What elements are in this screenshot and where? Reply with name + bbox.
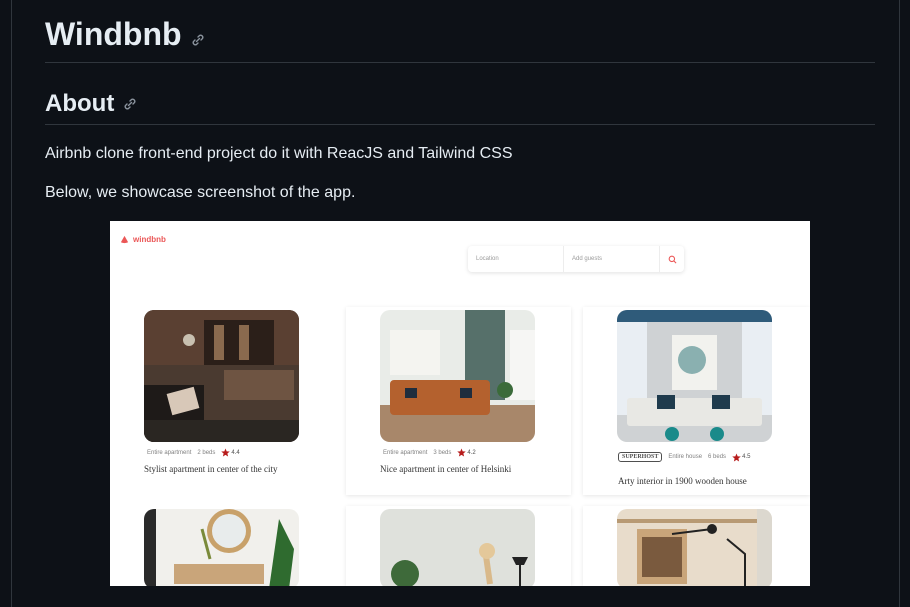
stay-card[interactable] [583, 506, 810, 586]
stay-photo [617, 310, 772, 442]
stay-meta: Entire apartment 3 beds 4.2 [383, 448, 476, 457]
stay-type: Entire apartment [147, 449, 192, 456]
stay-photo [144, 509, 299, 586]
stay-title: Nice apartment in center of Helsinki [380, 464, 512, 474]
link-icon[interactable] [122, 89, 138, 121]
stay-meta: SUPERHOST Entire house 6 beds 4.5 [618, 452, 750, 462]
search-button[interactable] [660, 246, 684, 272]
star-icon [457, 448, 467, 457]
stay-type: Entire apartment [383, 449, 428, 456]
stay-card[interactable] [346, 506, 571, 586]
windbnb-logo-icon [120, 235, 129, 244]
frame-border-left [11, 0, 12, 607]
stay-photo [380, 310, 535, 442]
rating-value: 4.5 [742, 454, 751, 460]
stay-beds: 2 beds [197, 449, 216, 456]
superhost-badge: SUPERHOST [618, 452, 663, 462]
stay-card[interactable]: Entire apartment 3 beds 4.2 Nice apartme… [346, 307, 571, 495]
stay-beds: 6 beds [708, 454, 727, 460]
stay-photo [380, 509, 535, 586]
rating-value: 4.2 [467, 449, 476, 456]
stay-rating: 4.5 [732, 452, 751, 462]
stay-title: Stylist apartment in center of the city [144, 464, 278, 474]
readme-title-text: Windbnb [45, 16, 182, 52]
stay-photo [617, 509, 772, 586]
link-icon[interactable] [190, 17, 206, 57]
stay-beds: 3 beds [433, 449, 452, 456]
star-icon [221, 448, 231, 457]
about-divider [45, 124, 875, 125]
logo-text: windbnb [133, 235, 166, 244]
title-divider [45, 62, 875, 63]
stay-rating: 4.4 [221, 448, 240, 457]
about-heading: About [45, 88, 138, 121]
star-icon [732, 452, 741, 462]
screenshot-caption: Below, we showcase screenshot of the app… [45, 184, 356, 201]
about-heading-text: About [45, 90, 115, 117]
stay-card[interactable]: SUPERHOST Entire house 6 beds 4.5 Arty i… [583, 307, 810, 495]
rating-value: 4.4 [231, 449, 240, 456]
search-bar[interactable]: Location Add guests [468, 246, 684, 272]
stay-type: Entire house [668, 454, 703, 460]
stay-card[interactable] [110, 506, 335, 586]
stay-meta: Entire apartment 2 beds 4.4 [147, 448, 240, 457]
guests-input[interactable]: Add guests [564, 246, 660, 272]
search-icon [668, 255, 676, 263]
app-screenshot: windbnb Location Add guests Entire apart… [110, 221, 810, 586]
location-input[interactable]: Location [468, 246, 564, 272]
stay-photo [144, 310, 299, 442]
readme-title: Windbnb [45, 14, 206, 57]
app-logo: windbnb [120, 235, 166, 244]
description-paragraph: Airbnb clone front-end project do it wit… [45, 145, 513, 162]
stay-card[interactable]: Entire apartment 2 beds 4.4 Stylist apar… [110, 307, 335, 495]
stay-rating: 4.2 [457, 448, 476, 457]
stay-title: Arty interior in 1900 wooden house [618, 476, 747, 486]
frame-border-right [899, 0, 900, 607]
